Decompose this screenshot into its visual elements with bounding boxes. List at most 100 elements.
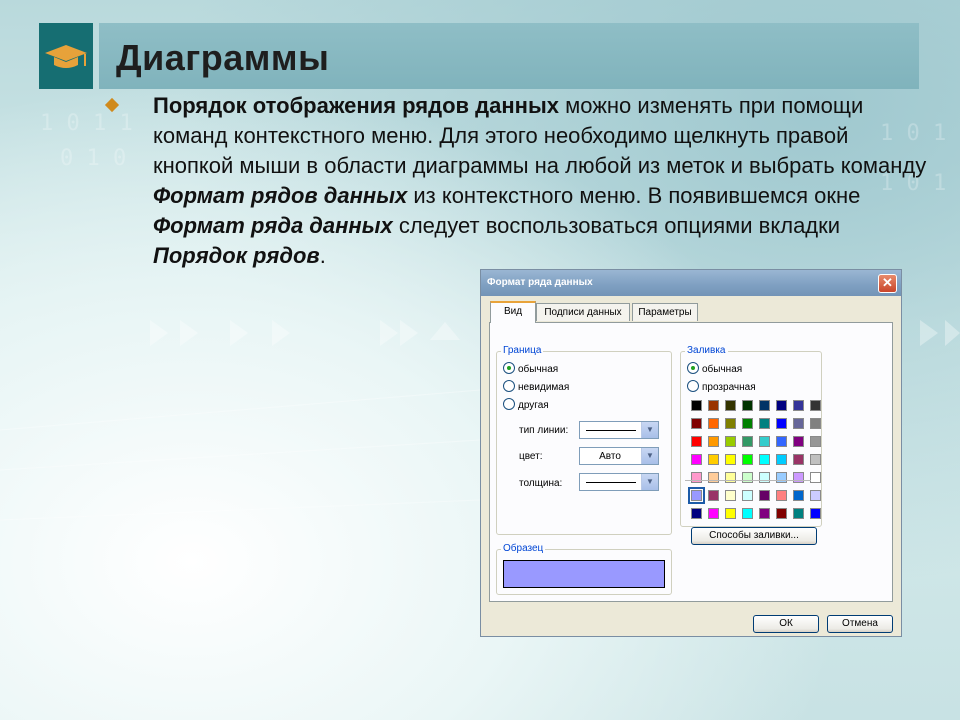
color-swatch[interactable] [810, 490, 821, 501]
color-swatch[interactable] [708, 508, 719, 519]
sample-group: Образец [496, 543, 672, 595]
ok-button[interactable]: ОК [753, 615, 819, 633]
color-swatch[interactable] [776, 454, 787, 465]
color-swatch[interactable] [691, 508, 702, 519]
border-normal-radio[interactable]: обычная [503, 362, 558, 375]
color-swatch[interactable] [725, 490, 736, 501]
line-sample [586, 482, 636, 483]
radio-dot [503, 398, 515, 410]
color-swatch[interactable] [776, 508, 787, 519]
radio-label: другая [518, 400, 549, 411]
logo-badge [39, 23, 93, 89]
color-swatch[interactable] [742, 454, 753, 465]
dialog-title: Формат ряда данных [487, 277, 593, 288]
color-swatch[interactable] [708, 436, 719, 447]
color-swatch[interactable] [691, 418, 702, 429]
color-swatch[interactable] [725, 400, 736, 411]
tab-options[interactable]: Параметры [632, 303, 698, 321]
color-label: цвет: [519, 451, 543, 462]
color-swatch[interactable] [776, 400, 787, 411]
color-swatch[interactable] [742, 472, 753, 483]
color-swatch[interactable] [793, 418, 804, 429]
color-swatch[interactable] [793, 436, 804, 447]
color-swatch[interactable] [742, 490, 753, 501]
tab-view[interactable]: Вид [490, 301, 536, 323]
radio-dot [503, 362, 515, 374]
color-swatch[interactable] [742, 508, 753, 519]
color-palette [681, 352, 821, 526]
color-swatch[interactable] [759, 436, 770, 447]
color-swatch[interactable] [725, 454, 736, 465]
radio-label: невидимая [518, 382, 570, 393]
border-color-value: Авто [599, 451, 621, 462]
color-swatch[interactable] [793, 508, 804, 519]
close-icon[interactable]: ✕ [878, 274, 897, 293]
color-swatch[interactable] [759, 490, 770, 501]
color-swatch[interactable] [725, 418, 736, 429]
title-bar: Диаграммы [99, 23, 919, 89]
color-swatch[interactable] [708, 472, 719, 483]
line-type-select[interactable]: ▼ [579, 421, 659, 439]
color-swatch[interactable] [776, 472, 787, 483]
color-swatch[interactable] [793, 490, 804, 501]
tab-panel: Граница обычная невидимая другая тип лин… [489, 322, 893, 602]
color-swatch[interactable] [759, 454, 770, 465]
slide-title: Диаграммы [116, 37, 330, 78]
color-swatch[interactable] [725, 508, 736, 519]
radio-label: обычная [518, 364, 559, 375]
line-weight-select[interactable]: ▼ [579, 473, 659, 491]
color-swatch[interactable] [725, 472, 736, 483]
color-swatch[interactable] [742, 436, 753, 447]
border-color-select[interactable]: Авто ▼ [579, 447, 659, 465]
line-type-label: тип линии: [519, 425, 569, 436]
color-swatch[interactable] [688, 487, 705, 504]
color-swatch[interactable] [759, 508, 770, 519]
palette-divider [685, 480, 811, 481]
bullet-text-segment: . [319, 243, 326, 268]
color-swatch[interactable] [759, 418, 770, 429]
border-none-radio[interactable]: невидимая [503, 380, 569, 393]
color-swatch[interactable] [793, 400, 804, 411]
radio-dot [503, 380, 515, 392]
color-swatch[interactable] [691, 436, 702, 447]
color-swatch[interactable] [810, 418, 821, 429]
chevron-down-icon[interactable]: ▼ [641, 448, 658, 464]
graduation-cap-icon [45, 45, 87, 68]
bullet-text-segment: из контекстного меню. В появившемся окне [407, 183, 861, 208]
fill-effects-button[interactable]: Способы заливки... [691, 527, 817, 545]
tab-data-labels[interactable]: Подписи данных [536, 303, 630, 321]
color-swatch[interactable] [708, 454, 719, 465]
color-swatch[interactable] [742, 418, 753, 429]
line-sample [586, 430, 636, 431]
color-swatch[interactable] [691, 400, 702, 411]
chevron-down-icon[interactable]: ▼ [641, 474, 658, 490]
bullet-text-segment: следует воспользоваться опциями вкладки [392, 213, 841, 238]
color-swatch[interactable] [810, 454, 821, 465]
border-custom-radio[interactable]: другая [503, 398, 549, 411]
color-swatch[interactable] [810, 472, 821, 483]
color-swatch[interactable] [725, 436, 736, 447]
color-swatch[interactable] [691, 472, 702, 483]
bullet-text-emphasis: Порядок отображения рядов данных [153, 93, 559, 118]
bullet-marker [104, 97, 120, 113]
cancel-button[interactable]: Отмена [827, 615, 893, 633]
color-swatch[interactable] [759, 472, 770, 483]
bullet-text-emphasis: Формат рядов данных [153, 183, 408, 208]
color-swatch[interactable] [708, 418, 719, 429]
color-swatch[interactable] [776, 418, 787, 429]
color-swatch[interactable] [691, 454, 702, 465]
color-swatch[interactable] [810, 400, 821, 411]
sample-preview [503, 560, 665, 588]
color-swatch[interactable] [776, 490, 787, 501]
chevron-down-icon[interactable]: ▼ [641, 422, 658, 438]
color-swatch[interactable] [776, 436, 787, 447]
color-swatch[interactable] [708, 400, 719, 411]
svg-text:1 0 1 1: 1 0 1 1 [40, 111, 133, 136]
color-swatch[interactable] [742, 400, 753, 411]
color-swatch[interactable] [793, 454, 804, 465]
color-swatch[interactable] [793, 472, 804, 483]
color-swatch[interactable] [759, 400, 770, 411]
color-swatch[interactable] [810, 508, 821, 519]
color-swatch[interactable] [810, 436, 821, 447]
color-swatch[interactable] [708, 490, 719, 501]
